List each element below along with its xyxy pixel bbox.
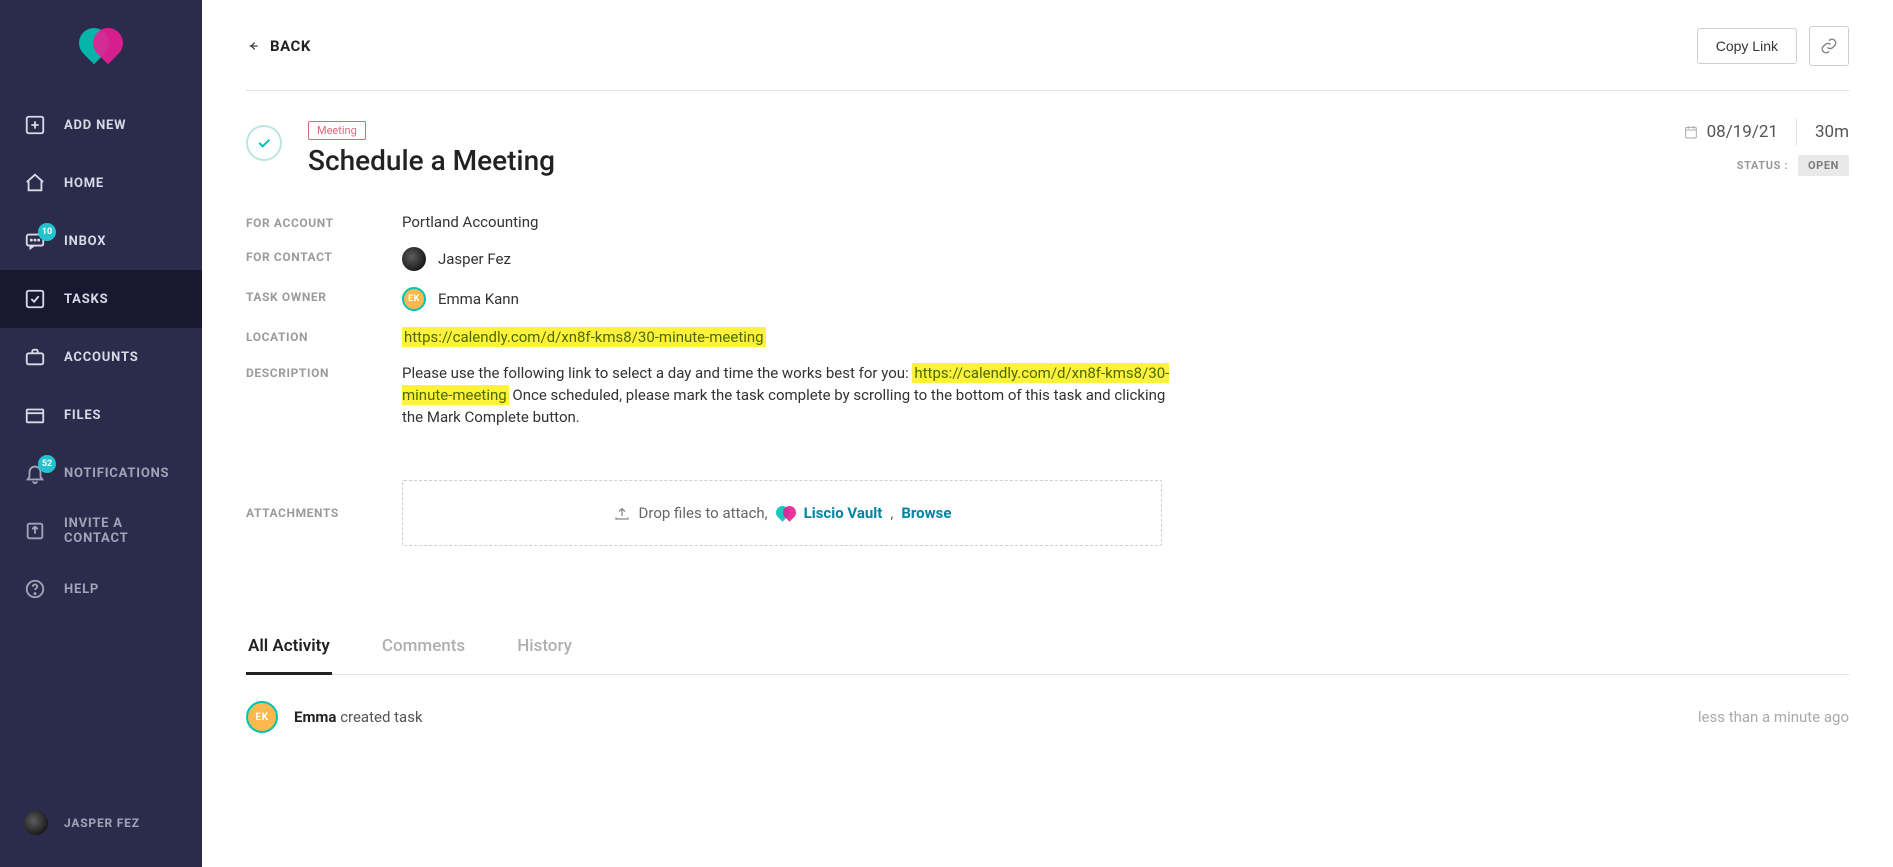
activity-row: EK Emma created task less than a minute … — [246, 675, 1849, 759]
complete-toggle[interactable] — [246, 125, 282, 161]
task-header: Meeting Schedule a Meeting 08/19/21 30m … — [246, 91, 1849, 177]
bell-icon: 52 — [24, 462, 46, 484]
share-icon — [24, 520, 46, 542]
avatar — [24, 811, 48, 835]
nav-notifications[interactable]: 52 NOTIFICATIONS — [0, 444, 202, 502]
check-icon — [256, 135, 272, 151]
activity-text: Emma created task — [294, 708, 423, 726]
nav-help[interactable]: HELP — [0, 560, 202, 618]
tab-comments[interactable]: Comments — [380, 626, 467, 674]
task-owner-value[interactable]: EK Emma Kann — [402, 287, 519, 311]
help-circle-icon — [24, 578, 46, 600]
for-account-value[interactable]: Portland Accounting — [402, 213, 538, 231]
liscio-vault-link[interactable]: Liscio Vault — [804, 504, 883, 522]
browse-link[interactable]: Browse — [901, 504, 951, 522]
field-task-owner: TASK OWNER EK Emma Kann — [246, 279, 1849, 319]
topbar: BACK Copy Link — [246, 26, 1849, 91]
field-for-contact: FOR CONTACT Jasper Fez — [246, 239, 1849, 279]
nav-list: ADD NEW HOME 10 INBOX TASKS ACCOUNTS — [0, 96, 202, 618]
main: BACK Copy Link Meeting Schedule a Meetin… — [202, 0, 1893, 867]
folder-icon — [24, 404, 46, 426]
nav-label: ADD NEW — [64, 118, 126, 133]
nav-files[interactable]: FILES — [0, 386, 202, 444]
logo[interactable] — [0, 0, 202, 96]
description-text: Please use the following link to select … — [402, 363, 1182, 428]
nav-invite-contact[interactable]: INVITE A CONTACT — [0, 502, 202, 560]
task-title: Schedule a Meeting — [308, 144, 1657, 177]
field-for-account: FOR ACCOUNT Portland Accounting — [246, 205, 1849, 239]
arrow-left-icon — [246, 39, 260, 53]
nav-label: INVITE A CONTACT — [64, 516, 178, 546]
sidebar-user[interactable]: JASPER FEZ — [0, 793, 202, 867]
location-link[interactable]: https://calendly.com/d/xn8f-kms8/30-minu… — [402, 327, 766, 347]
home-icon — [24, 172, 46, 194]
task-fields: FOR ACCOUNT Portland Accounting FOR CONT… — [246, 205, 1849, 546]
nav-label: HOME — [64, 176, 104, 191]
nav-label: HELP — [64, 582, 99, 597]
nav-home[interactable]: HOME — [0, 154, 202, 212]
activity-time: less than a minute ago — [1698, 708, 1849, 726]
status-label: STATUS : — [1737, 159, 1788, 172]
tab-history[interactable]: History — [515, 626, 574, 674]
attachments-dropzone[interactable]: Drop files to attach, Liscio Vault , Bro… — [402, 480, 1162, 546]
nav-add-new[interactable]: ADD NEW — [0, 96, 202, 154]
nav-tasks[interactable]: TASKS — [0, 270, 202, 328]
nav-label: INBOX — [64, 234, 106, 249]
status-value[interactable]: OPEN — [1798, 155, 1849, 176]
avatar: EK — [402, 287, 426, 311]
notifications-badge: 52 — [38, 455, 56, 473]
nav-label: FILES — [64, 408, 101, 423]
nav-label: NOTIFICATIONS — [64, 466, 169, 481]
check-box-icon — [24, 288, 46, 310]
inbox-badge: 10 — [38, 223, 56, 241]
link-icon-button[interactable] — [1809, 26, 1849, 66]
liscio-logo-icon — [776, 506, 796, 520]
nav-label: ACCOUNTS — [64, 350, 139, 365]
avatar — [402, 247, 426, 271]
nav-inbox[interactable]: 10 INBOX — [0, 212, 202, 270]
sidebar: ADD NEW HOME 10 INBOX TASKS ACCOUNTS — [0, 0, 202, 867]
nav-accounts[interactable]: ACCOUNTS — [0, 328, 202, 386]
copy-link-button[interactable]: Copy Link — [1697, 28, 1797, 64]
inbox-icon: 10 — [24, 230, 46, 252]
tab-all-activity[interactable]: All Activity — [246, 626, 332, 675]
briefcase-icon — [24, 346, 46, 368]
task-date[interactable]: 08/19/21 — [1683, 122, 1778, 142]
link-icon — [1820, 37, 1838, 55]
field-location: LOCATION https://calendly.com/d/xn8f-kms… — [246, 319, 1849, 355]
task-duration[interactable]: 30m — [1815, 122, 1849, 142]
activity-tabs: All Activity Comments History — [246, 626, 1849, 675]
nav-label: TASKS — [64, 292, 108, 307]
back-label: BACK — [270, 37, 311, 55]
avatar: EK — [246, 701, 278, 733]
user-name: JASPER FEZ — [64, 816, 140, 830]
calendar-icon — [1683, 124, 1699, 140]
field-attachments: ATTACHMENTS Drop files to attach, Liscio… — [246, 480, 1849, 546]
task-type-chip: Meeting — [308, 121, 366, 140]
for-contact-value[interactable]: Jasper Fez — [402, 247, 511, 271]
back-button[interactable]: BACK — [246, 37, 311, 55]
upload-icon — [613, 504, 631, 522]
field-description: DESCRIPTION Please use the following lin… — [246, 355, 1849, 436]
plus-box-icon — [24, 114, 46, 136]
